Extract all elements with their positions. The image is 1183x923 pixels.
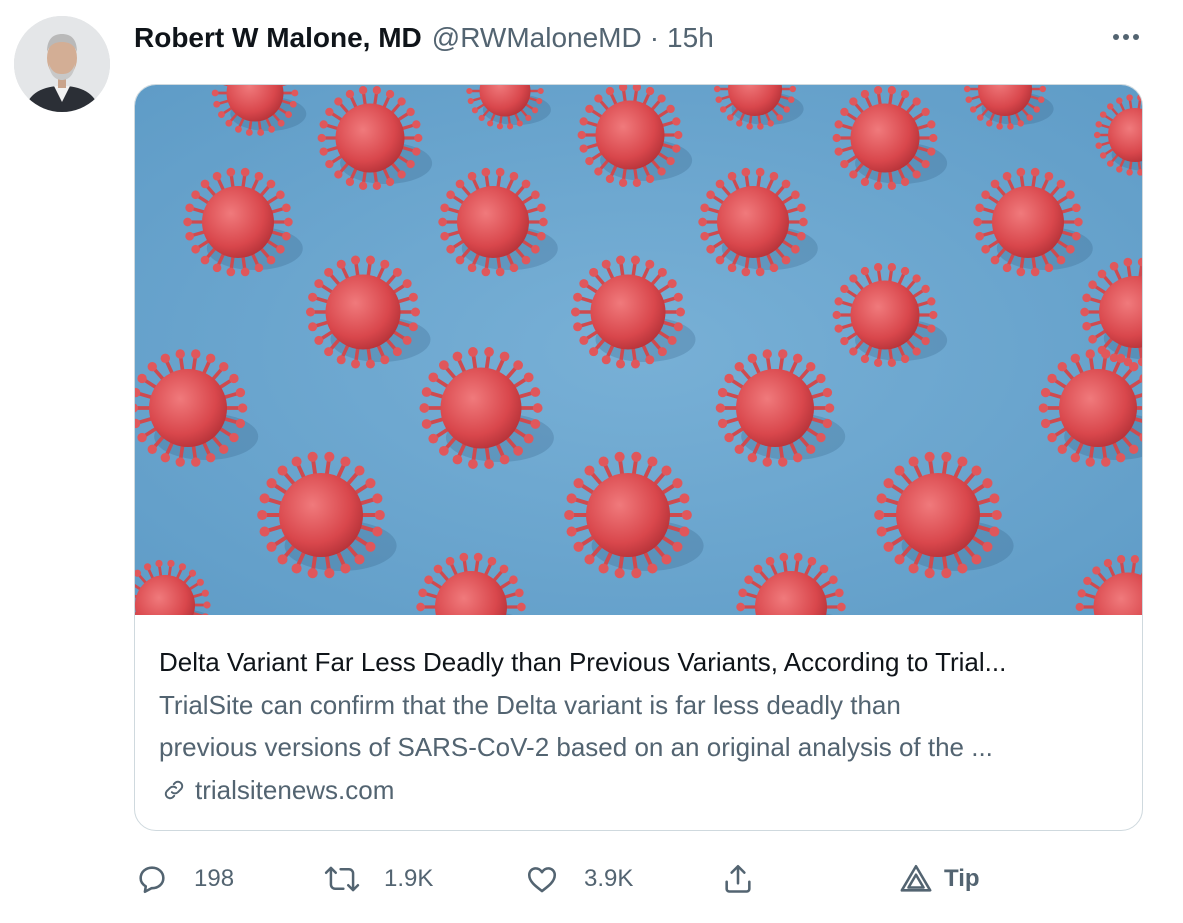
- card-image: [135, 85, 1142, 615]
- reply-button[interactable]: 198: [134, 855, 234, 903]
- card-domain-text: trialsitenews.com: [195, 775, 395, 805]
- author-handle[interactable]: @RWMaloneMD: [432, 18, 642, 58]
- card-text: Delta Variant Far Less Deadly than Previ…: [159, 640, 1119, 812]
- separator-dot: ·: [649, 22, 660, 53]
- retweet-icon: [324, 861, 360, 897]
- more-options-button[interactable]: [1104, 22, 1148, 52]
- like-button[interactable]: 3.9K: [524, 855, 633, 903]
- virus-pattern-image: [135, 85, 1142, 615]
- heart-icon: [524, 861, 560, 897]
- retweet-count: 1.9K: [384, 865, 434, 892]
- reply-icon: [134, 861, 170, 897]
- tweet-actions: 198 1.9K 3.9K Tip: [134, 855, 1143, 903]
- tweet: Robert W Malone, MD @RWMaloneMD · 15h De…: [0, 0, 1183, 923]
- tip-label: Tip: [944, 865, 980, 892]
- more-horizontal-icon: [1113, 34, 1119, 40]
- share-button[interactable]: [720, 855, 756, 903]
- tweet-timestamp[interactable]: 15h: [667, 18, 714, 58]
- card-description: TrialSite can confirm that the Delta var…: [159, 684, 1119, 768]
- card-description-line: TrialSite can confirm that the Delta var…: [159, 690, 901, 720]
- link-preview-card[interactable]: Delta Variant Far Less Deadly than Previ…: [134, 84, 1143, 831]
- avatar[interactable]: [14, 16, 110, 112]
- card-description-line: previous versions of SARS-CoV-2 based on…: [159, 732, 993, 762]
- tip-icon: [898, 861, 934, 897]
- avatar-photo: [14, 16, 110, 112]
- card-domain: trialsitenews.com: [159, 768, 1119, 812]
- card-title: Delta Variant Far Less Deadly than Previ…: [159, 647, 1007, 677]
- like-count: 3.9K: [584, 865, 634, 892]
- author-name[interactable]: Robert W Malone, MD: [134, 18, 422, 58]
- share-icon: [720, 861, 756, 897]
- retweet-button[interactable]: 1.9K: [324, 855, 433, 903]
- tip-button[interactable]: Tip: [898, 855, 980, 903]
- reply-count: 198: [194, 865, 235, 892]
- link-icon: [159, 775, 189, 805]
- tweet-header: Robert W Malone, MD @RWMaloneMD · 15h: [134, 18, 714, 58]
